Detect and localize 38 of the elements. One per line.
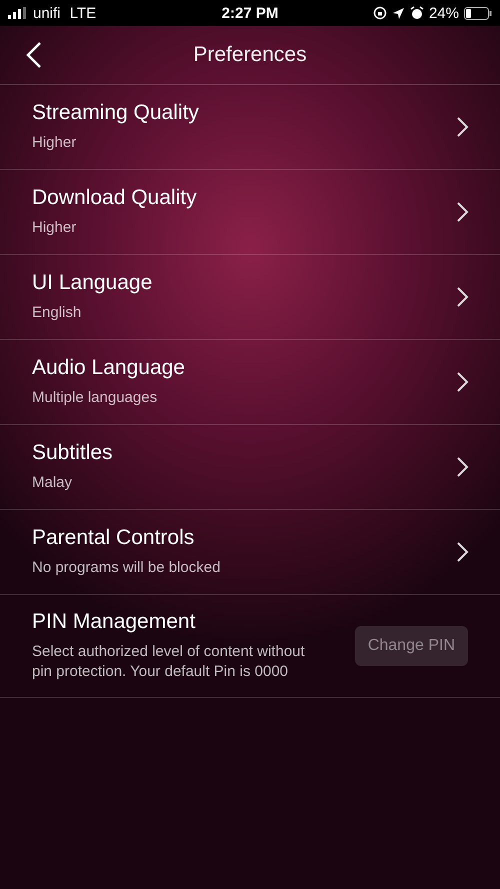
battery-icon	[464, 6, 492, 20]
settings-row[interactable]: Download Quality Higher	[0, 170, 500, 255]
setting-title: Download Quality	[32, 186, 198, 210]
chevron-right-icon	[456, 116, 470, 138]
back-chevron-icon	[24, 41, 44, 69]
setting-value: Higher	[32, 218, 78, 238]
setting-title: Audio Language	[32, 356, 186, 380]
location-arrow-icon	[392, 6, 405, 20]
setting-value: English	[32, 303, 82, 323]
carrier-name: unifi	[33, 4, 61, 22]
chevron-right-icon	[456, 541, 470, 563]
settings-row[interactable]: Streaming Quality Higher	[0, 85, 500, 170]
settings-row[interactable]: Parental Controls No programs will be blocked	[0, 510, 500, 595]
setting-title: PIN Management	[32, 610, 196, 634]
battery-percent: 24%	[428, 4, 459, 22]
setting-value: Multiple languages	[32, 388, 158, 408]
chevron-right-icon	[456, 286, 470, 308]
clock-time: 2:27 PM	[222, 4, 278, 22]
chevron-right-icon	[456, 371, 470, 393]
setting-description: Select authorized level of content without pin protection. Your default Pin is 0000	[32, 642, 306, 682]
setting-value: Malay	[32, 473, 74, 493]
settings-row[interactable]: Audio Language Multiple languages	[0, 340, 500, 425]
chevron-right-icon	[456, 456, 470, 478]
setting-value: Higher	[32, 133, 78, 153]
screen-title: Preferences	[192, 43, 308, 67]
setting-title: UI Language	[32, 271, 154, 295]
setting-title: Streaming Quality	[32, 101, 200, 125]
setting-title: Parental Controls	[32, 526, 196, 550]
rotation-lock-icon	[372, 6, 387, 20]
network-type: LTE	[68, 4, 96, 22]
setting-value: No programs will be blocked	[32, 558, 222, 578]
back-button[interactable]	[24, 41, 44, 69]
settings-row[interactable]: Subtitles Malay	[0, 425, 500, 510]
alarm-clock-icon	[410, 6, 424, 20]
chevron-right-icon	[456, 201, 470, 223]
settings-row[interactable]: UI Language English	[0, 255, 500, 340]
signal-icon	[8, 7, 28, 19]
setting-title: Subtitles	[32, 441, 114, 465]
